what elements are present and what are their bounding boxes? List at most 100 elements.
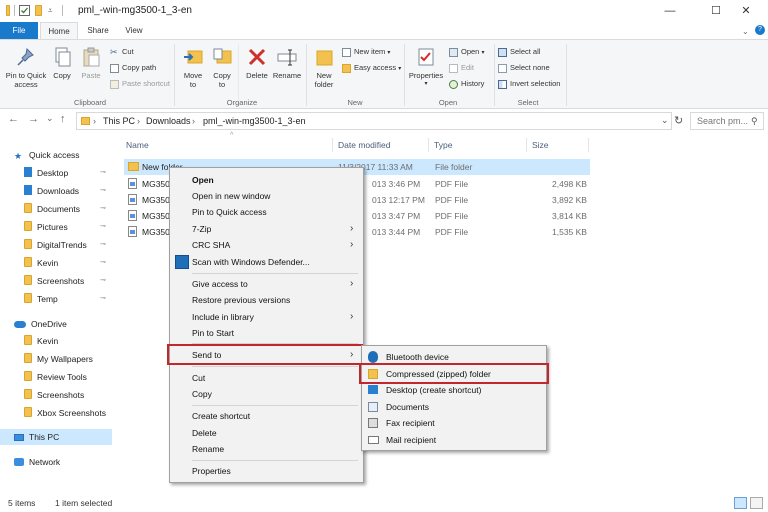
pdf-file-icon (128, 178, 137, 189)
edit-button[interactable]: Edit (449, 62, 474, 73)
menu-item-pin-to-start[interactable]: Pin to Start (170, 325, 363, 341)
column-divider[interactable] (332, 138, 333, 152)
open-button[interactable]: Open ▾ (449, 46, 484, 57)
column-header-size[interactable]: Size (532, 140, 549, 150)
nav-digitaltrends[interactable]: DigitalTrends (24, 237, 87, 253)
menu-item-delete[interactable]: Delete (170, 425, 363, 441)
paste-shortcut-button[interactable]: Paste shortcut (110, 78, 170, 89)
tab-home[interactable]: Home (40, 22, 78, 39)
column-divider[interactable] (588, 138, 589, 152)
breadcrumb-current-folder[interactable]: pml_-win-mg3500-1_3-en (203, 116, 306, 126)
up-arrow-icon[interactable]: ↑ (60, 113, 66, 125)
column-divider[interactable] (526, 138, 527, 152)
forward-arrow-icon[interactable]: → (28, 113, 39, 125)
pin-label-1: Pin to Quick (5, 71, 47, 80)
cut-button[interactable]: ✂ Cut (110, 46, 134, 57)
menu-item-restore-versions[interactable]: Restore previous versions (170, 292, 363, 308)
new-folder-button[interactable]: New folder (310, 46, 338, 89)
file-date: 013 3:44 PM (372, 227, 421, 237)
menu-item-open[interactable]: Open (170, 172, 363, 188)
easy-access-button[interactable]: Easy access ▾ (342, 62, 401, 73)
move-to-button[interactable]: Move to (180, 46, 206, 89)
tab-view[interactable]: View (116, 22, 152, 39)
rename-button[interactable]: Rename (272, 46, 302, 80)
menu-item-7zip[interactable]: 7-Zip › (170, 221, 363, 237)
menu-item-create-shortcut[interactable]: Create shortcut (170, 408, 363, 424)
menu-item-properties[interactable]: Properties (170, 463, 363, 479)
close-button[interactable]: ✕ (724, 0, 768, 22)
menu-item-crc-sha[interactable]: CRC SHA › (170, 237, 363, 253)
nav-temp[interactable]: Temp (24, 291, 58, 307)
navigation-pane: ★ Quick access Desktop ⊸ Downloads ⊸ Docu… (0, 140, 112, 492)
breadcrumb-downloads[interactable]: Downloads (146, 116, 191, 126)
large-icons-view-icon[interactable] (750, 497, 763, 509)
nav-my-wallpapers[interactable]: My Wallpapers (24, 351, 93, 367)
send-to-desktop[interactable]: Desktop (create shortcut) (362, 382, 546, 398)
select-all-button[interactable]: Select all (498, 46, 540, 57)
menu-item-cut[interactable]: Cut (170, 370, 363, 386)
recent-locations-icon[interactable]: ⌄ (46, 113, 54, 124)
nav-this-pc[interactable]: This PC (0, 429, 112, 445)
column-header-name[interactable]: Name (126, 140, 149, 150)
address-bar[interactable]: › This PC › Downloads › pml_-win-mg3500-… (76, 112, 672, 130)
customize-qat-icon[interactable]: ⩡ (48, 5, 59, 16)
copy-path-button[interactable]: Copy path (110, 62, 156, 73)
new-item-label: New item (354, 47, 386, 56)
paste-button[interactable]: Paste (78, 46, 104, 80)
back-arrow-icon[interactable]: ← (8, 113, 19, 125)
nav-screenshots[interactable]: Screenshots (24, 273, 84, 289)
history-button[interactable]: History (449, 78, 484, 89)
search-box[interactable]: Search pm... ⚲ (690, 112, 764, 130)
minimize-button[interactable]: — (648, 0, 692, 22)
select-none-button[interactable]: Select none (498, 62, 550, 73)
copy-to-button[interactable]: Copy to (209, 46, 235, 89)
nav-downloads[interactable]: Downloads (24, 183, 79, 199)
menu-item-pin-quick-access[interactable]: Pin to Quick access (170, 204, 363, 220)
nav-pictures[interactable]: Pictures (24, 219, 68, 235)
collapse-ribbon-icon[interactable]: ⌄ (742, 27, 750, 36)
nav-quick-access[interactable]: ★ Quick access (14, 147, 80, 163)
address-dropdown-icon[interactable]: ⌄ (661, 115, 669, 126)
delete-button[interactable]: Delete (243, 46, 271, 80)
refresh-icon[interactable]: ↻ (674, 114, 683, 127)
nav-label: Downloads (37, 186, 80, 196)
nav-documents[interactable]: Documents (24, 201, 80, 217)
properties-button[interactable]: Properties ▾ (407, 46, 445, 89)
invert-selection-button[interactable]: Invert selection (498, 78, 560, 89)
tab-file[interactable]: File (0, 22, 38, 39)
nav-network[interactable]: Network (14, 454, 60, 470)
column-divider[interactable] (428, 138, 429, 152)
copy-button[interactable]: Copy (50, 46, 74, 80)
menu-item-rename[interactable]: Rename (170, 441, 363, 457)
menu-item-scan-defender[interactable]: Scan with Windows Defender... (170, 254, 363, 270)
nav-xbox-screenshots[interactable]: Xbox Screenshots (24, 405, 106, 421)
nav-review-tools[interactable]: Review Tools (24, 369, 87, 385)
nav-onedrive-screenshots[interactable]: Screenshots (24, 387, 84, 403)
pin-to-quick-access-button[interactable]: Pin to Quick access (4, 46, 48, 89)
new-item-button[interactable]: New item ▾ (342, 46, 390, 57)
breadcrumb-this-pc[interactable]: This PC (103, 116, 135, 126)
send-to-fax[interactable]: Fax recipient (362, 415, 546, 431)
new-folder-label-2: folder (314, 80, 334, 89)
nav-desktop[interactable]: Desktop (24, 165, 68, 181)
menu-item-give-access[interactable]: Give access to › (170, 276, 363, 292)
organize-group-label: Organize (226, 98, 258, 107)
send-to-documents[interactable]: Documents (362, 399, 546, 415)
details-view-icon[interactable] (734, 497, 747, 509)
folder-icon (24, 371, 32, 381)
select-none-label: Select none (510, 63, 550, 72)
nav-kevin[interactable]: Kevin (24, 255, 58, 271)
group-separator (494, 44, 495, 106)
send-to-mail[interactable]: Mail recipient (362, 432, 546, 448)
new-folder-qat-icon[interactable] (35, 5, 42, 16)
column-header-type[interactable]: Type (434, 140, 452, 150)
nav-onedrive[interactable]: OneDrive (14, 316, 67, 332)
menu-item-open-new-window[interactable]: Open in new window (170, 188, 363, 204)
properties-qat-icon[interactable] (19, 5, 30, 16)
menu-item-copy[interactable]: Copy (170, 386, 363, 402)
nav-onedrive-kevin[interactable]: Kevin (24, 333, 58, 349)
menu-item-include-library[interactable]: Include in library › (170, 309, 363, 325)
help-icon[interactable]: ? (755, 25, 765, 35)
column-header-date-modified[interactable]: Date modified (338, 140, 390, 150)
tab-share[interactable]: Share (80, 22, 116, 39)
